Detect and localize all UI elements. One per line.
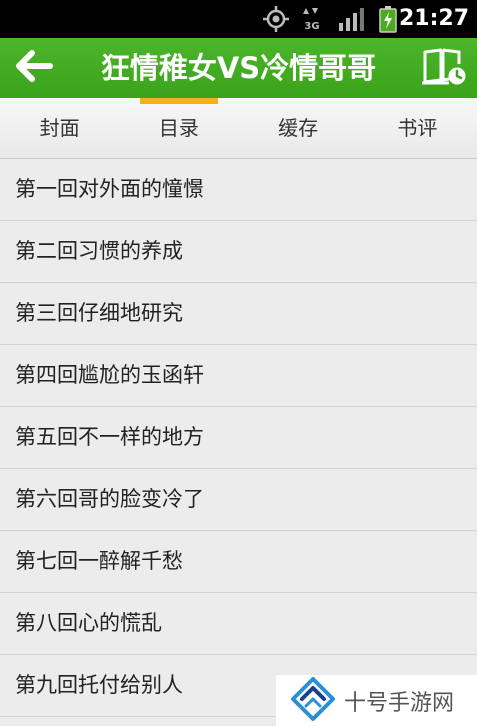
- chapter-item[interactable]: 第一回对外面的憧憬: [0, 159, 477, 221]
- tab-label: 缓存: [278, 116, 319, 140]
- tab-indicator: [140, 98, 218, 104]
- bookshelf-button[interactable]: [419, 46, 469, 90]
- page-title: 狂情稚女VS冷情哥哥: [100, 51, 377, 85]
- tab-cover[interactable]: 封面: [0, 98, 119, 158]
- tab-contents[interactable]: 目录: [119, 98, 238, 158]
- chapter-item[interactable]: 第八回心的慌乱: [0, 593, 477, 655]
- chapter-item[interactable]: 第五回不一样的地方: [0, 407, 477, 469]
- tab-label: 目录: [158, 116, 199, 140]
- battery-charging-icon: [378, 5, 398, 33]
- chapter-item[interactable]: 第六回哥的脸变冷了: [0, 469, 477, 531]
- back-arrow-icon: [14, 49, 54, 87]
- chapter-item[interactable]: 第四回尴尬的玉函轩: [0, 345, 477, 407]
- gps-icon: [262, 5, 290, 33]
- chapter-item[interactable]: 第二回习惯的养成: [0, 221, 477, 283]
- status-time: 21:27: [398, 6, 469, 31]
- chapter-list: 第一回对外面的憧憬 第二回习惯的养成 第三回仔细地研究 第四回尴尬的玉函轩 第五…: [0, 159, 477, 717]
- watermark: 十号手游网: [276, 675, 477, 726]
- tab-reviews[interactable]: 书评: [358, 98, 477, 158]
- watermark-text: 十号手游网: [344, 690, 455, 716]
- svg-text:3G: 3G: [304, 21, 319, 32]
- chapter-item[interactable]: 第三回仔细地研究: [0, 283, 477, 345]
- title-bar: 狂情稚女VS冷情哥哥: [0, 38, 477, 98]
- status-bar: 3G 21:27: [0, 0, 477, 38]
- signal-bars-icon: [338, 5, 364, 33]
- tab-label: 封面: [39, 116, 80, 140]
- signal-3g-icon: 3G: [302, 5, 322, 33]
- back-button[interactable]: [10, 46, 58, 90]
- tab-label: 书评: [397, 116, 438, 140]
- tab-cache[interactable]: 缓存: [239, 98, 358, 158]
- shihao-logo-icon: [276, 676, 336, 726]
- bookshelf-clock-icon: [421, 46, 467, 90]
- chapter-item[interactable]: 第七回一醉解千愁: [0, 531, 477, 593]
- tab-bar: 封面 目录 缓存 书评: [0, 98, 477, 159]
